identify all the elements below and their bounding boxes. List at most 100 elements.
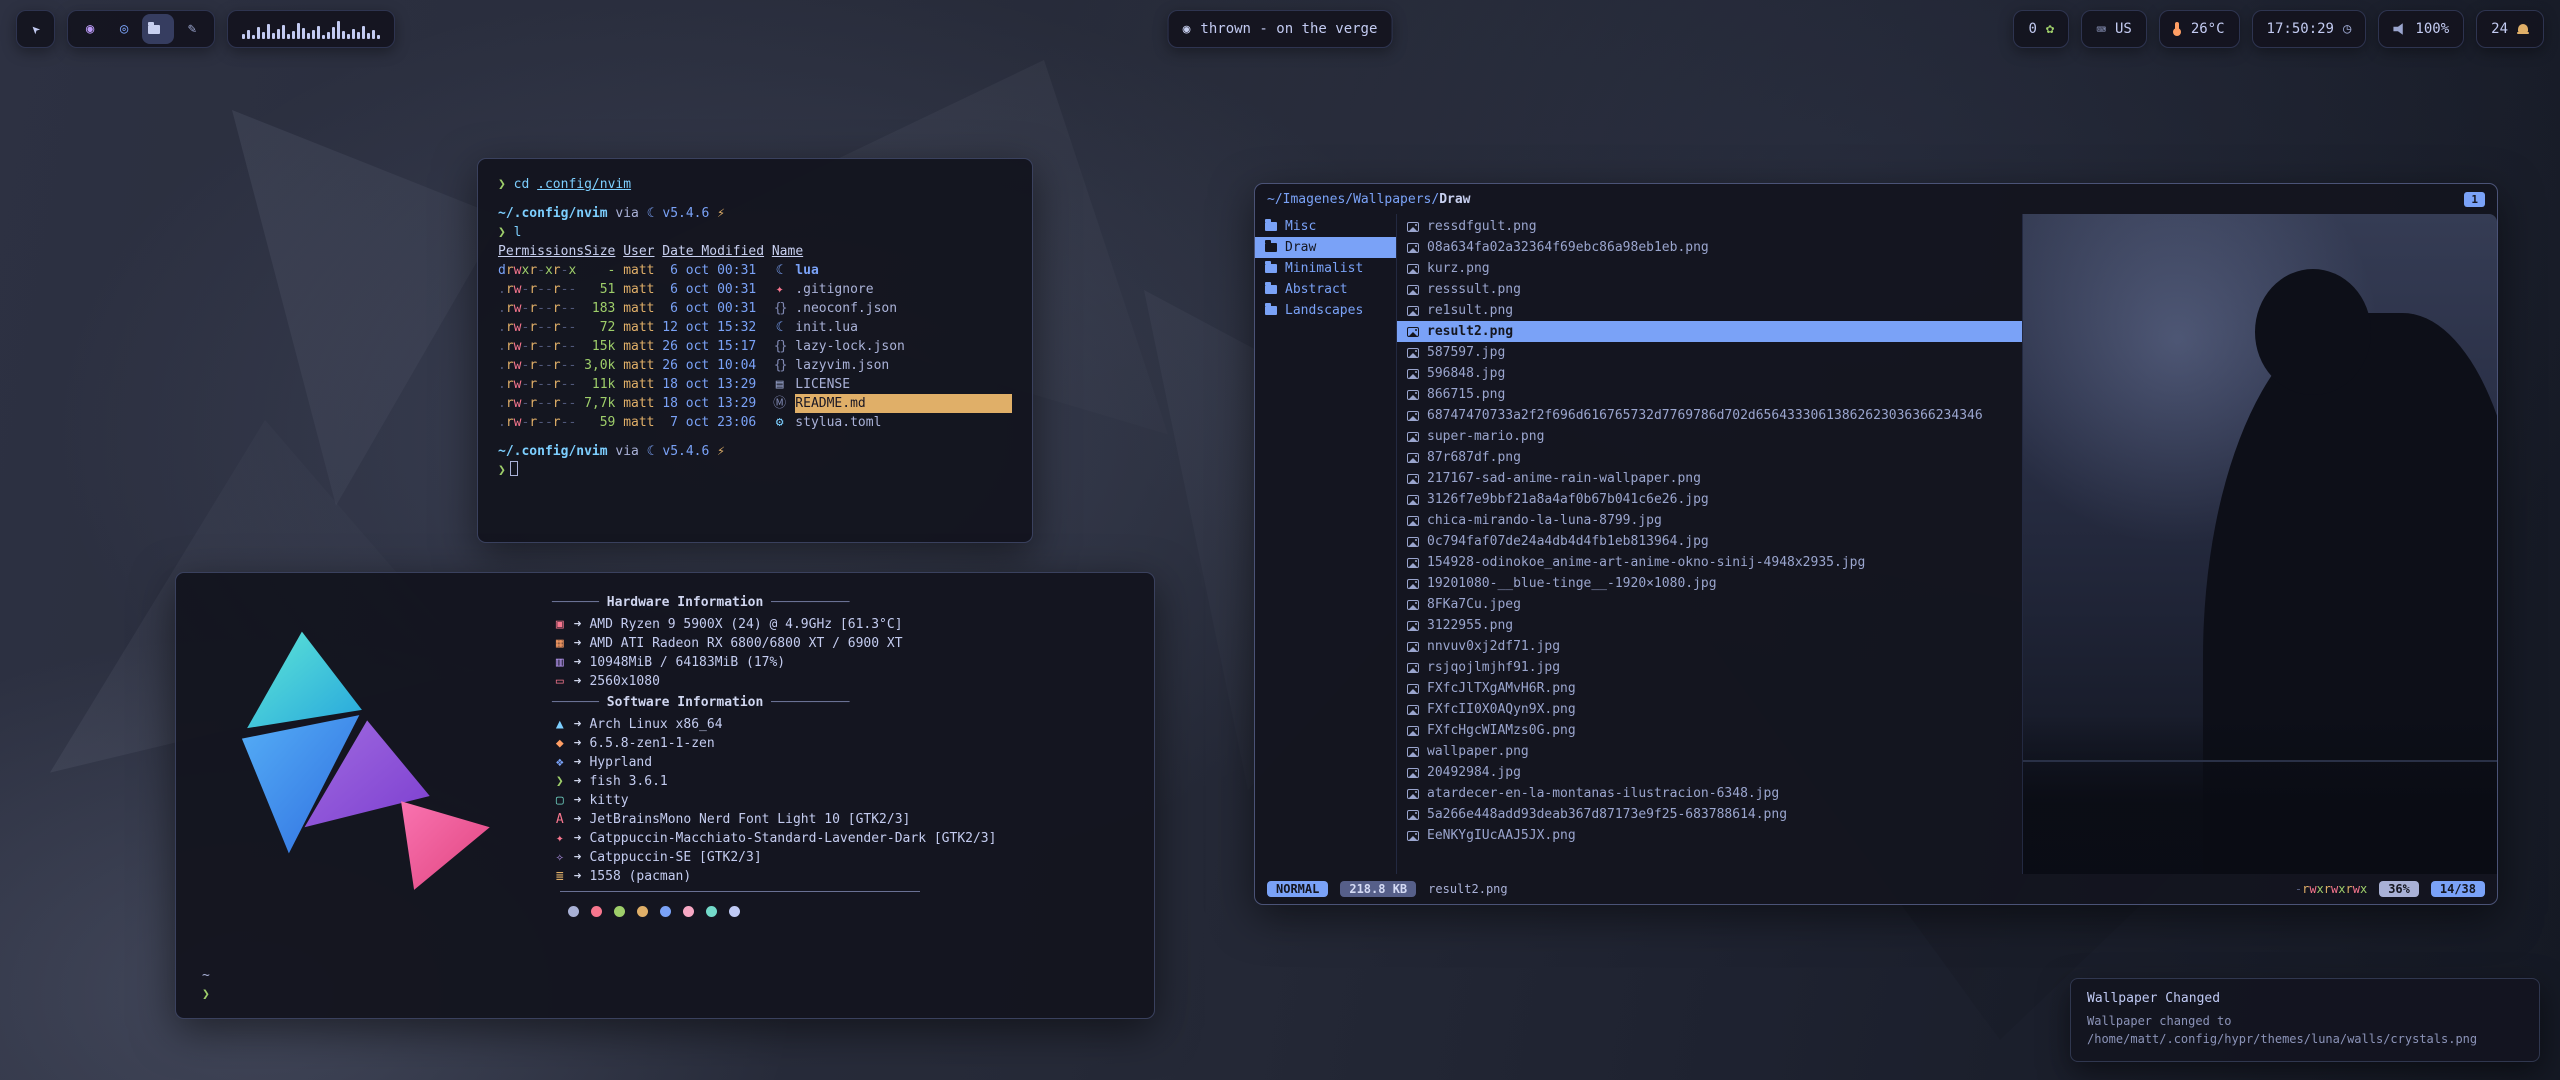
fm-file-row[interactable]: nnvuv0xj2df71.jpg xyxy=(1397,636,2022,657)
command: l xyxy=(514,225,522,240)
fm-file-name: 68747470733a2f2f696d616765732d7769786d70… xyxy=(1427,408,1983,423)
breadcrumb-current: Draw xyxy=(1439,192,1470,207)
notifications-widget[interactable]: 24 xyxy=(2476,10,2544,48)
topbar-left: ➤ ◉ ◎ ✎ xyxy=(16,10,395,48)
volume-widget[interactable]: 100% xyxy=(2378,10,2464,48)
fm-file-row[interactable]: resssult.png xyxy=(1397,279,2022,300)
clock-widget[interactable]: 17:50:29 ◷ xyxy=(2252,10,2367,48)
fm-file-row[interactable]: 20492984.jpg xyxy=(1397,762,2022,783)
fm-file-row[interactable]: wallpaper.png xyxy=(1397,741,2022,762)
fm-file-row[interactable]: FXfcII0X0AQyn9X.png xyxy=(1397,699,2022,720)
fm-file-row[interactable]: 08a634fa02a32364f69ebc86a98eb1eb.png xyxy=(1397,237,2022,258)
prompt-symbol: ❯ xyxy=(498,463,506,478)
file-row: .rw-r--r-- 51 matt 6 oct 00:31 .gitignor… xyxy=(498,280,1012,299)
fm-file-row[interactable]: EeNKYgIUcAAJ5JX.png xyxy=(1397,825,2022,846)
command: cd xyxy=(514,177,530,192)
sidebar-folder-item[interactable]: Minimalist xyxy=(1255,258,1396,279)
mode-badge: NORMAL xyxy=(1267,881,1328,897)
keyboard-layout-widget[interactable]: ⌨ US xyxy=(2081,10,2147,48)
temperature-widget[interactable]: 26°C xyxy=(2159,10,2240,48)
workspace-2[interactable]: ◎ xyxy=(108,14,140,44)
media-player-widget[interactable]: ◉ thrown - on the verge xyxy=(1168,10,1393,48)
fm-file-row[interactable]: 0c794faf07de24a4db4d4fb1eb813964.jpg xyxy=(1397,531,2022,552)
prompt-line: ~/.config/nvim via ☾ v5.4.6 ⚡ xyxy=(498,442,1012,461)
terminal-color-palette xyxy=(568,906,997,917)
sidebar-folder-item[interactable]: Landscapes xyxy=(1255,300,1396,321)
launcher-button[interactable]: ➤ xyxy=(16,10,55,48)
info-icon xyxy=(552,734,568,753)
tab-badge[interactable]: 1 xyxy=(2464,192,2485,207)
fm-file-row[interactable]: 87r687df.png xyxy=(1397,447,2022,468)
file-name: lazyvim.json xyxy=(795,356,1012,375)
info-text: 10948MiB / 64183MiB (17%) xyxy=(589,653,785,672)
fm-file-row[interactable]: 3126f7e9bbf21a8a4af0b67b041c6e26.jpg xyxy=(1397,489,2022,510)
filetype-icon xyxy=(772,280,788,299)
sidebar-folder-item[interactable]: Abstract xyxy=(1255,279,1396,300)
image-file-icon xyxy=(1407,684,1419,694)
file-owner: matt xyxy=(623,299,654,318)
workspace-3-active[interactable] xyxy=(142,14,174,44)
speaker-icon xyxy=(2393,23,2406,36)
breadcrumb-parent: ~/Imagenes/Wallpapers/ xyxy=(1267,192,1439,207)
fm-file-name: 87r687df.png xyxy=(1427,450,1521,465)
fm-file-name: 587597.jpg xyxy=(1427,345,1505,360)
visualizer-bar xyxy=(342,31,345,39)
fm-file-row[interactable]: result2.png xyxy=(1397,321,2022,342)
folder-icon xyxy=(1265,243,1277,252)
fm-file-row[interactable]: super-mario.png xyxy=(1397,426,2022,447)
arrow-icon: ➜ xyxy=(574,653,582,672)
fm-file-row[interactable]: 217167-sad-anime-rain-wallpaper.png xyxy=(1397,468,2022,489)
fm-file-row[interactable]: 68747470733a2f2f696d616765732d7769786d70… xyxy=(1397,405,2022,426)
visualizer-bar xyxy=(367,33,370,39)
fm-file-row[interactable]: 866715.png xyxy=(1397,384,2022,405)
section-header: Hardware Information xyxy=(552,593,996,612)
image-file-icon xyxy=(1407,768,1419,778)
clock-icon: ◷ xyxy=(2343,21,2351,37)
visualizer-bar xyxy=(317,26,320,39)
fm-file-row[interactable]: 596848.jpg xyxy=(1397,363,2022,384)
fm-file-name: FXfcII0X0AQyn9X.png xyxy=(1427,702,1576,717)
image-file-icon xyxy=(1407,348,1419,358)
fm-file-row[interactable]: 3122955.png xyxy=(1397,615,2022,636)
visualizer-bar xyxy=(347,34,350,39)
sidebar-folder-item[interactable]: Misc xyxy=(1255,216,1396,237)
fm-file-row[interactable]: 5a266e448add93deab367d87173e9f25-6837886… xyxy=(1397,804,2022,825)
fm-file-row[interactable]: 587597.jpg xyxy=(1397,342,2022,363)
fm-file-row[interactable]: FXfcJlTXgAMvH6R.png xyxy=(1397,678,2022,699)
col-permissions: Permissions xyxy=(498,242,576,261)
file-manager-statusbar: NORMAL 218.8 KB result2.png -rwxrwxrwx 3… xyxy=(1255,874,2497,904)
file-size: 72 xyxy=(584,318,615,337)
fetch-prompt[interactable]: ~ ❯ xyxy=(198,966,1132,1004)
info-icon xyxy=(552,772,568,791)
fm-file-row[interactable]: 154928-odinokoe_anime-art-anime-okno-sin… xyxy=(1397,552,2022,573)
fm-file-row[interactable]: 8FKa7Cu.jpeg xyxy=(1397,594,2022,615)
fm-file-row[interactable]: re1sult.png xyxy=(1397,300,2022,321)
info-icon xyxy=(552,791,568,810)
updates-widget[interactable]: 0 ✿ xyxy=(2013,10,2069,48)
palette-dot xyxy=(637,906,648,917)
fm-file-row[interactable]: 19201080-__blue-tinge__-1920×1080.jpg xyxy=(1397,573,2022,594)
fm-file-row[interactable]: FXfcHgcWIAMzs0G.png xyxy=(1397,720,2022,741)
workspace-4[interactable]: ✎ xyxy=(176,14,208,44)
fm-file-name: re1sult.png xyxy=(1427,303,1513,318)
file-date: 6 oct 00:31 xyxy=(662,299,764,318)
workspace-1[interactable]: ◉ xyxy=(74,14,106,44)
fm-file-row[interactable]: chica-mirando-la-luna-8799.jpg xyxy=(1397,510,2022,531)
file-size: 11k xyxy=(584,375,615,394)
fm-file-row[interactable]: rsjqojlmjhf91.jpg xyxy=(1397,657,2022,678)
fm-file-row[interactable]: ressdfgult.png xyxy=(1397,216,2022,237)
fm-file-row[interactable]: kurz.png xyxy=(1397,258,2022,279)
prompt-via: via xyxy=(615,444,638,459)
fm-file-row[interactable]: atardecer-en-la-montanas-ilustracion-634… xyxy=(1397,783,2022,804)
file-row: drwxr-xr-x - matt 6 oct 00:31 lua xyxy=(498,261,1012,280)
arrow-icon: ➜ xyxy=(574,848,582,867)
folder-icon xyxy=(1265,222,1277,231)
notification-toast[interactable]: Wallpaper Changed Wallpaper changed to /… xyxy=(2070,978,2540,1062)
fetch-info-line: ➜Hyprland xyxy=(552,753,996,772)
active-prompt[interactable]: ❯ xyxy=(498,461,1012,480)
visualizer-bar xyxy=(242,34,245,39)
fm-file-name: 3122955.png xyxy=(1427,618,1513,633)
sidebar-folder-item[interactable]: Draw xyxy=(1255,237,1396,258)
file-size: 183 xyxy=(584,299,615,318)
fm-file-name: 8FKa7Cu.jpeg xyxy=(1427,597,1521,612)
